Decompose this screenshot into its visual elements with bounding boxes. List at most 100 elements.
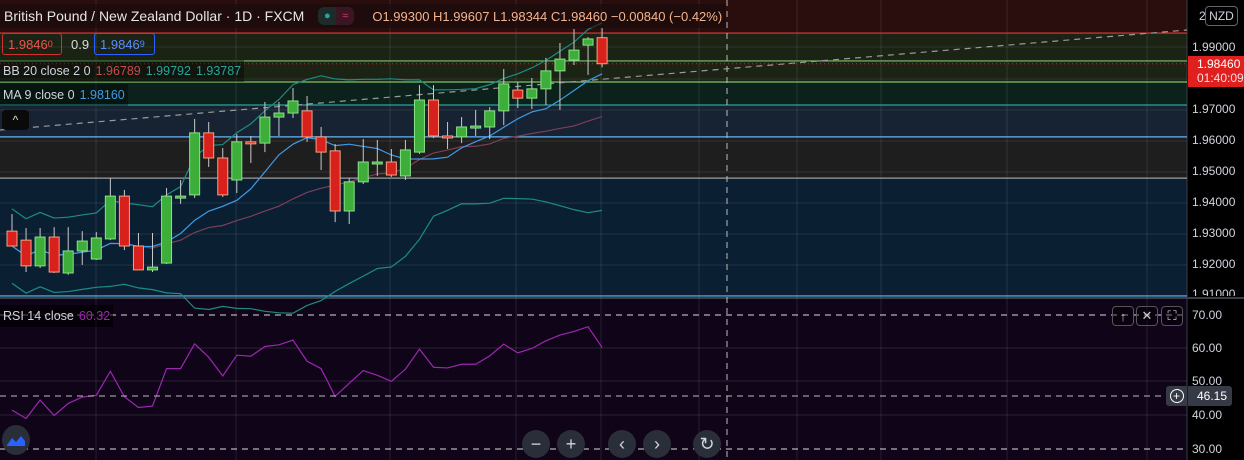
close-pane-button[interactable]: ✕ — [1136, 306, 1158, 326]
wave-icon: ≈ — [336, 7, 355, 25]
candle-down — [118, 195, 130, 247]
scroll-back-button[interactable]: ‹ — [608, 430, 636, 458]
spread: 0.9 — [71, 36, 90, 52]
candle-up — [456, 126, 468, 138]
price-label: 1.96000 — [1192, 133, 1236, 147]
candle-down — [132, 245, 144, 271]
crosshair-rsi-value: 46.15 — [1188, 386, 1232, 406]
market-open-dot-icon: ● — [318, 7, 337, 25]
price-label: 1.91000 — [1192, 287, 1236, 296]
candle-up — [568, 49, 580, 61]
candle-up — [76, 240, 88, 252]
ohlc-values: O1.99300 H1.99607 L1.98344 C1.98460 −0.0… — [372, 8, 723, 24]
candle-up — [371, 161, 383, 165]
candle-up — [343, 181, 355, 212]
sell-price: 1.9846 — [8, 36, 48, 52]
candle-up — [470, 125, 482, 129]
rsi-value: 60.32 — [78, 309, 111, 323]
zoom-out-button[interactable]: − — [522, 430, 550, 458]
candle-down — [428, 99, 439, 137]
scroll-forward-button[interactable]: › — [643, 430, 671, 458]
collapse-legend-button[interactable]: ^ — [2, 110, 29, 130]
symbol-header: British Pound / New Zealand Dollar · 1D … — [0, 4, 727, 28]
ma-legend[interactable]: MA 9 close 0 1.98160 — [0, 84, 128, 106]
rsi-axis-label: 60.00 — [1192, 341, 1223, 355]
sell-price-pip: 0 — [47, 39, 53, 49]
ma-label: MA 9 close 0 — [3, 88, 75, 102]
buy-price: 1.9846 — [100, 36, 140, 52]
candle-down — [315, 136, 327, 153]
price-label: 1.93000 — [1192, 226, 1236, 240]
candle-up — [90, 237, 102, 260]
tradingview-logo[interactable] — [2, 425, 30, 455]
candle-up — [526, 88, 538, 99]
bb-lower-value: 1.93787 — [195, 64, 242, 78]
rsi-pane-background — [0, 299, 1187, 460]
plus-circle-icon: + — [1169, 389, 1184, 403]
logo-icon — [7, 436, 25, 446]
candle-down — [48, 236, 60, 273]
price-label: 1.92000 — [1192, 257, 1236, 271]
candle-down — [6, 230, 18, 247]
candle-up — [175, 195, 187, 199]
bb-legend[interactable]: BB 20 close 2 0 1.96789 1.99792 1.93787 — [0, 60, 245, 82]
add-plus-button[interactable]: + — [1166, 386, 1187, 406]
price-label: 1.95000 — [1192, 164, 1236, 178]
candle-up — [189, 132, 201, 196]
candle-down — [596, 37, 608, 65]
candle-up — [259, 116, 271, 144]
candle-down — [512, 89, 524, 99]
market-status-toggle[interactable]: ● ≈ — [318, 7, 355, 25]
price-label: 1.97000 — [1192, 102, 1236, 116]
bb-basis-value: 1.96789 — [95, 64, 141, 78]
rsi-axis-label: 40.00 — [1192, 408, 1223, 422]
candle-down — [203, 132, 215, 159]
candle-down — [385, 161, 397, 176]
candle-up — [62, 250, 74, 274]
candle-up — [498, 83, 510, 112]
current-price: 1.98460 — [1197, 57, 1241, 71]
bb-label: BB 20 close 2 0 — [3, 64, 91, 78]
close-icon: ✕ — [1141, 308, 1153, 323]
candle-up — [357, 161, 369, 183]
bar-countdown: 01:40:09 — [1197, 71, 1244, 85]
maximize-icon: ⛶ — [1167, 308, 1177, 323]
price-zone-band — [0, 82, 1187, 105]
candle-up — [231, 141, 243, 181]
current-price-badge: 1.98460 01:40:09 — [1188, 56, 1244, 87]
rsi-label: RSI 14 close — [3, 309, 74, 323]
buy-button[interactable]: 1.9846 9 — [94, 33, 155, 55]
candle-down — [329, 150, 341, 212]
candle-up — [287, 100, 299, 114]
rsi-axis-label: 70.00 — [1192, 308, 1223, 322]
buy-price-pip: 9 — [139, 39, 145, 49]
price-label: 1.94000 — [1192, 195, 1236, 209]
candle-down — [217, 157, 229, 196]
candle-down — [245, 141, 257, 145]
arrow-up-icon: ↑ — [1119, 308, 1127, 324]
candle-up — [484, 110, 496, 128]
candle-up — [104, 195, 116, 240]
candle-down — [442, 135, 454, 139]
rsi-legend[interactable]: RSI 14 close 60.32 — [0, 305, 114, 327]
candle-up — [540, 70, 552, 90]
candle-up — [273, 112, 285, 118]
candle-up — [582, 38, 594, 46]
ma-value: 1.98160 — [79, 88, 125, 102]
rsi-axis-label: 30.00 — [1192, 442, 1223, 456]
price-label: 1.99000 — [1192, 40, 1236, 54]
bb-upper-value: 1.99792 — [145, 64, 191, 78]
candle-down — [20, 239, 32, 267]
maximize-pane-button[interactable]: ⛶ — [1161, 306, 1183, 326]
reset-chart-button[interactable]: ↻ — [693, 430, 721, 458]
sell-button[interactable]: 1.9846 0 — [2, 33, 62, 55]
move-pane-up-button[interactable]: ↑ — [1112, 306, 1134, 326]
candle-up — [34, 236, 46, 267]
currency-button[interactable]: NZD — [1205, 6, 1238, 26]
candle-up — [554, 58, 566, 72]
candle-up — [413, 99, 425, 153]
symbol-title[interactable]: British Pound / New Zealand Dollar · 1D … — [4, 8, 304, 24]
candle-down — [301, 110, 313, 138]
candle-up — [399, 149, 411, 177]
zoom-in-button[interactable]: + — [557, 430, 585, 458]
